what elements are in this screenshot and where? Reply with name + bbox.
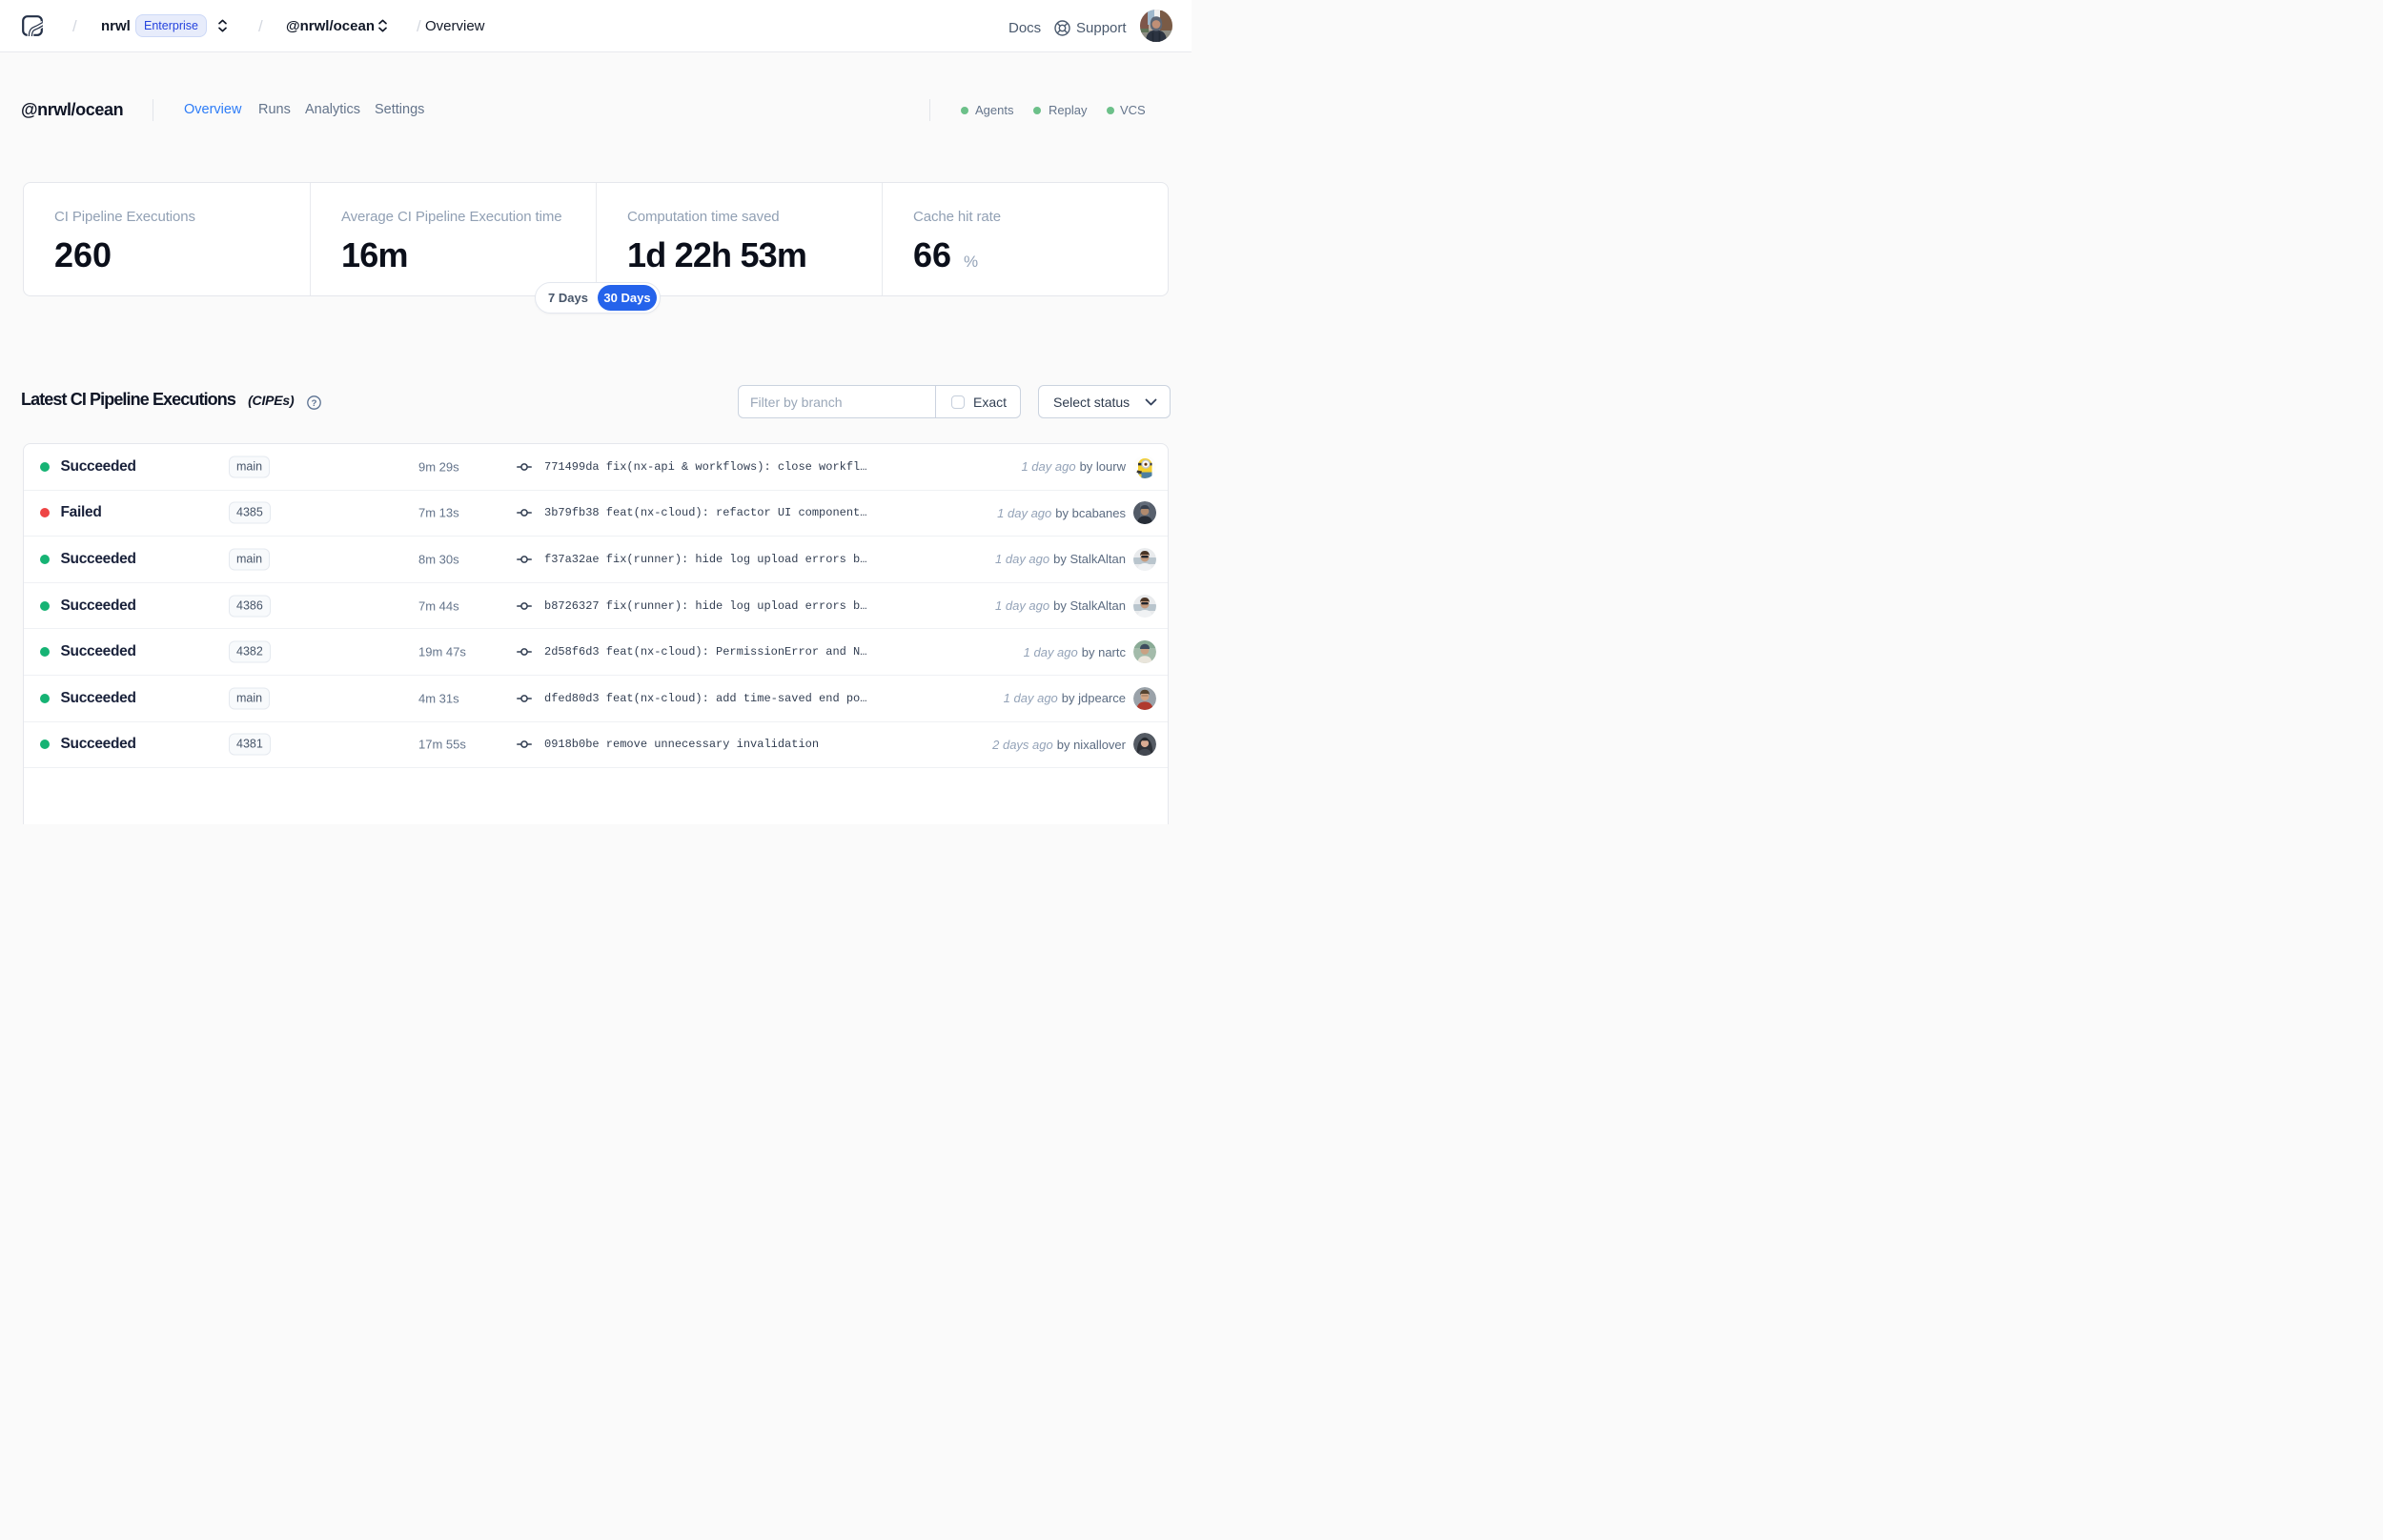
svg-text:?: ? xyxy=(312,398,317,409)
